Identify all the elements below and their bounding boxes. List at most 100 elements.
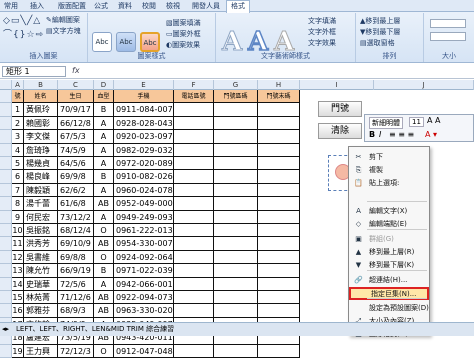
table-cell[interactable]: 15 xyxy=(12,291,24,305)
table-cell[interactable]: 黃佩玲 xyxy=(24,103,58,117)
textbox-button[interactable]: ▤文字方塊 xyxy=(46,27,81,36)
table-cell[interactable] xyxy=(214,237,258,251)
bold-icon[interactable]: B xyxy=(369,130,375,139)
table-cell[interactable]: 0924-092-064 xyxy=(114,250,174,265)
grow-font-icon[interactable]: A A xyxy=(427,116,441,125)
menu-item-hyperlink[interactable]: 🔗 超連結(H)... xyxy=(349,274,429,287)
align-icon[interactable]: ≡ ≡ ≡ xyxy=(389,130,414,139)
tab-home[interactable]: 常用 xyxy=(4,1,18,12)
menu-item-group[interactable]: ▣ 群組(G) xyxy=(349,233,429,246)
table-cell[interactable]: 吳振銘 xyxy=(24,224,58,238)
col-header-a[interactable]: A xyxy=(12,80,24,90)
table-cell[interactable]: 0982-029-032 xyxy=(114,143,174,157)
row-number[interactable] xyxy=(0,277,12,291)
edit-shape-button[interactable]: ✎編輯圖案 xyxy=(46,16,80,25)
table-cell[interactable] xyxy=(174,197,214,211)
table-cell[interactable]: 0954-330-007 xyxy=(114,237,174,251)
tab-format[interactable]: 格式 xyxy=(226,0,250,13)
table-cell[interactable] xyxy=(214,250,258,265)
table-cell[interactable]: 0952-049-000 xyxy=(114,197,174,211)
row-number[interactable] xyxy=(0,183,12,198)
table-cell[interactable]: 0949-249-093 xyxy=(114,210,174,224)
tab-developer[interactable]: 開發人員 xyxy=(192,1,220,12)
font-name-box[interactable]: 新細明體 xyxy=(369,117,403,129)
table-cell[interactable]: 2 xyxy=(12,116,24,131)
table-cell[interactable] xyxy=(174,250,214,265)
table-cell[interactable]: 9 xyxy=(12,210,24,224)
table-cell[interactable]: 5 xyxy=(12,157,24,171)
shape-style-white[interactable]: Abc xyxy=(92,32,112,52)
row-number[interactable] xyxy=(0,250,12,265)
table-cell[interactable]: 3 xyxy=(12,130,24,144)
table-cell[interactable] xyxy=(258,116,300,131)
table-cell[interactable]: 楊良峰 xyxy=(24,170,58,184)
send-back-button[interactable]: ▼移到最下層 xyxy=(360,28,400,37)
table-cell[interactable] xyxy=(214,170,258,184)
table-cell[interactable]: 16 xyxy=(12,304,24,318)
table-cell[interactable] xyxy=(214,224,258,238)
table-cell[interactable]: 71/12/6 xyxy=(58,291,94,305)
row-number[interactable] xyxy=(0,224,12,238)
tab-insert[interactable]: 插入 xyxy=(30,1,44,12)
height-field[interactable] xyxy=(430,19,466,28)
col-header-c[interactable]: C xyxy=(58,80,94,90)
corner-select-all[interactable] xyxy=(0,80,12,90)
table-cell[interactable]: 郭雅芬 xyxy=(24,304,58,318)
table-cell[interactable] xyxy=(214,116,258,131)
italic-icon[interactable]: I xyxy=(379,130,381,139)
table-cell[interactable]: 7 xyxy=(12,183,24,198)
table-cell[interactable]: 0963-330-020 xyxy=(114,304,174,318)
table-cell[interactable] xyxy=(258,250,300,265)
table-header-cell[interactable]: 生日 xyxy=(58,90,94,104)
table-cell[interactable] xyxy=(258,130,300,144)
table-cell[interactable] xyxy=(174,143,214,157)
table-cell[interactable]: 0912-047-048 xyxy=(114,344,174,358)
table-cell[interactable] xyxy=(258,277,300,291)
table-cell[interactable]: 0922-094-073 xyxy=(114,291,174,305)
table-cell[interactable]: 8 xyxy=(12,197,24,211)
row-number[interactable] xyxy=(0,237,12,251)
table-cell[interactable]: 0972-020-089 xyxy=(114,157,174,171)
row-number[interactable] xyxy=(0,143,12,157)
table-cell[interactable] xyxy=(174,157,214,171)
table-cell[interactable]: 61/6/8 xyxy=(58,197,94,211)
fx-icon[interactable]: fx xyxy=(72,66,80,75)
row-number[interactable] xyxy=(0,170,12,184)
table-cell[interactable]: 陳毅穎 xyxy=(24,183,58,198)
table-cell[interactable]: 69/10/9 xyxy=(58,237,94,251)
table-cell[interactable] xyxy=(174,264,214,278)
col-header-g[interactable]: G xyxy=(214,80,258,90)
table-cell[interactable]: 64/5/6 xyxy=(58,157,94,171)
table-cell[interactable]: 1 xyxy=(12,103,24,117)
table-cell[interactable]: 72/5/6 xyxy=(58,277,94,291)
table-cell[interactable]: 0971-022-039 xyxy=(114,264,174,278)
table-cell[interactable]: A xyxy=(94,210,114,224)
width-field[interactable] xyxy=(430,32,466,41)
table-cell[interactable]: 74/5/9 xyxy=(58,143,94,157)
row-number[interactable] xyxy=(0,103,12,117)
table-cell[interactable] xyxy=(174,130,214,144)
table-cell[interactable]: 0910-082-026 xyxy=(114,170,174,184)
col-header-e[interactable]: E xyxy=(114,80,174,90)
table-cell[interactable] xyxy=(258,224,300,238)
row-number[interactable] xyxy=(0,210,12,224)
table-cell[interactable]: 69/8/8 xyxy=(58,250,94,265)
table-cell[interactable]: 0928-028-043 xyxy=(114,116,174,131)
table-cell[interactable]: 66/9/19 xyxy=(58,264,94,278)
col-header-h[interactable]: H xyxy=(258,80,300,90)
table-cell[interactable]: AB xyxy=(94,237,114,251)
table-cell[interactable]: O xyxy=(94,344,114,358)
sheet-nav-icon[interactable]: ◂▸ xyxy=(2,323,9,336)
table-cell[interactable] xyxy=(214,291,258,305)
shape-style-blue[interactable]: Abc xyxy=(116,32,136,52)
table-cell[interactable]: A xyxy=(94,277,114,291)
table-cell[interactable]: A xyxy=(94,130,114,144)
menu-item-bring-to-front[interactable]: ▲ 移到最上層(R) xyxy=(349,246,429,259)
table-cell[interactable]: 吳書維 xyxy=(24,250,58,265)
table-header-cell[interactable]: 血型 xyxy=(94,90,114,104)
table-cell[interactable]: 19 xyxy=(12,344,24,358)
table-cell[interactable] xyxy=(258,170,300,184)
shape-fill-button[interactable]: ▧圖案填滿 xyxy=(166,19,201,28)
table-cell[interactable]: 李文傑 xyxy=(24,130,58,144)
table-cell[interactable]: O xyxy=(94,224,114,238)
